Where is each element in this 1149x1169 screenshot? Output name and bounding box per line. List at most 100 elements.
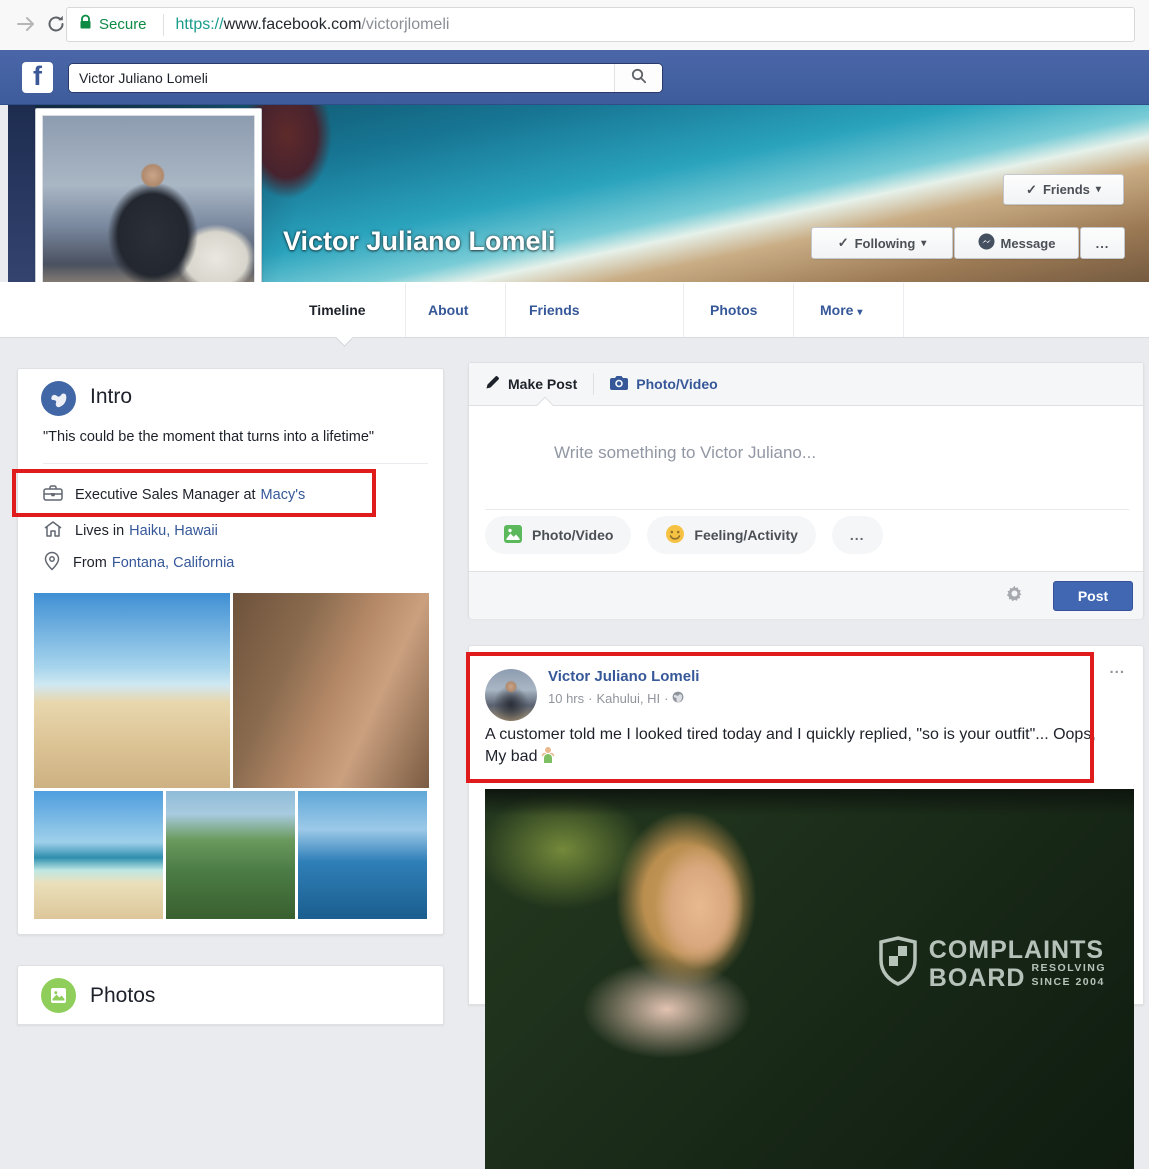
tab-make-post[interactable]: Make Post	[469, 375, 593, 393]
url-host: www.facebook.com	[224, 16, 362, 34]
sidebar-photo-selfie[interactable]	[233, 593, 429, 788]
tab-divider	[505, 283, 506, 337]
featured-photos-grid	[34, 593, 429, 922]
sidebar-photo-ocean[interactable]	[298, 791, 427, 919]
lives-text: Lives in	[75, 523, 124, 539]
photo-video-button[interactable]: Photo/Video	[485, 516, 631, 554]
profile-name: Victor Juliano Lomeli	[283, 226, 556, 257]
globe-icon	[41, 381, 76, 416]
check-icon: ✓	[1026, 182, 1037, 198]
photo-video-button-label: Photo/Video	[532, 527, 613, 543]
more-options-button[interactable]: ...	[1080, 227, 1125, 259]
home-icon	[43, 520, 63, 542]
intro-lives-row: Lives in Haiku, Hawaii	[43, 519, 433, 543]
chevron-down-icon: ▾	[1096, 184, 1101, 195]
cover-photo-edge	[8, 105, 35, 282]
friends-button-label: Friends	[1043, 182, 1090, 197]
chevron-down-icon: ▾	[857, 307, 862, 318]
composer-more-button[interactable]: ...	[832, 516, 883, 554]
gear-icon[interactable]	[1006, 585, 1023, 607]
tab-more-label: More	[820, 302, 853, 318]
post-location[interactable]: Kahului, HI	[596, 691, 660, 706]
tab-divider	[793, 283, 794, 337]
post-author-avatar[interactable]	[485, 669, 537, 721]
post-meta: 10 hrs · Kahului, HI ·	[548, 691, 684, 706]
watermark: COMPLAINTS BOARD RESOLVING SINCE 2004	[877, 936, 1106, 991]
search-icon	[631, 68, 647, 89]
photo-video-tab-label: Photo/Video	[636, 376, 717, 392]
photos-section-title: Photos	[90, 984, 155, 1008]
intro-quote: "This could be the moment that turns int…	[43, 429, 428, 445]
location-pin-icon	[43, 551, 61, 575]
lock-icon	[79, 14, 92, 35]
url-scheme: https://	[176, 16, 224, 34]
composer-actions: Photo/Video Feeling/Activity ...	[485, 516, 883, 554]
tab-about[interactable]: About	[428, 302, 468, 318]
facebook-header: f Home	[0, 50, 1149, 105]
address-bar[interactable]: Secure https://www.facebook.com/victorjl…	[66, 7, 1135, 42]
from-text: From	[73, 555, 107, 571]
from-link[interactable]: Fontana, California	[112, 555, 235, 571]
watermark-sub2: SINCE 2004	[1031, 976, 1106, 990]
make-post-label: Make Post	[508, 376, 577, 392]
search-button[interactable]	[614, 64, 662, 92]
divider	[485, 509, 1129, 510]
sidebar-photo-valley[interactable]	[166, 791, 295, 919]
privacy-globe-icon	[672, 691, 684, 706]
post-text: A customer told me I looked tired today …	[485, 724, 1099, 771]
search-input[interactable]	[69, 64, 614, 92]
pencil-icon	[485, 375, 500, 393]
photos-icon	[41, 978, 76, 1013]
sidebar-photo-beach[interactable]	[34, 593, 230, 788]
divider	[43, 463, 428, 464]
composer-tabs: Make Post Photo/Video	[469, 363, 1143, 406]
composer-input[interactable]: Write something to Victor Juliano...	[554, 443, 816, 463]
intro-from-row: From Fontana, California	[43, 551, 433, 575]
following-button-label: Following	[855, 236, 916, 251]
facebook-logo[interactable]: f	[22, 62, 53, 93]
work-text: Executive Sales Manager at	[75, 487, 256, 503]
messenger-icon	[978, 233, 995, 253]
post-composer: Make Post Photo/Video Write something to…	[468, 362, 1144, 618]
tab-timeline[interactable]: Timeline	[309, 302, 366, 318]
intro-work-row: Executive Sales Manager at Macy's	[43, 483, 433, 507]
shrug-emoji-icon	[540, 746, 556, 771]
tab-divider	[683, 283, 684, 337]
intro-card: Intro "This could be the moment that tur…	[17, 368, 444, 935]
tab-friends[interactable]: Friends	[529, 302, 580, 318]
shield-icon	[877, 936, 919, 991]
message-button-label: Message	[1001, 236, 1056, 251]
message-button[interactable]: Message	[954, 227, 1079, 259]
smiley-icon	[665, 524, 685, 547]
search-bar	[68, 63, 663, 93]
secure-badge: Secure	[99, 16, 147, 33]
tab-divider	[405, 283, 406, 337]
friends-button[interactable]: ✓ Friends ▾	[1003, 174, 1124, 205]
sidebar-photo-shore[interactable]	[34, 791, 163, 919]
forward-arrow-icon[interactable]	[12, 10, 40, 38]
briefcase-icon	[43, 484, 63, 506]
tab-photo-video[interactable]: Photo/Video	[594, 375, 733, 393]
following-button[interactable]: ✓ Following ▾	[811, 227, 953, 259]
composer-footer: Post	[469, 571, 1143, 619]
camera-icon	[610, 375, 628, 393]
feeling-activity-button[interactable]: Feeling/Activity	[647, 516, 815, 554]
intro-title: Intro	[90, 385, 132, 409]
tab-more[interactable]: More ▾	[820, 302, 862, 318]
post-time[interactable]: 10 hrs	[548, 691, 584, 706]
url-path: /victorjlomeli	[361, 16, 449, 34]
post-options-button[interactable]: ...	[1109, 660, 1125, 677]
browser-toolbar: Secure https://www.facebook.com/victorjl…	[0, 0, 1149, 50]
post-image[interactable]: COMPLAINTS BOARD RESOLVING SINCE 2004	[485, 789, 1134, 1169]
work-link[interactable]: Macy's	[261, 487, 306, 503]
meta-separator: ·	[588, 691, 592, 706]
photo-icon	[503, 524, 523, 547]
post: Victor Juliano Lomeli 10 hrs · Kahului, …	[468, 645, 1144, 1005]
feeling-activity-label: Feeling/Activity	[694, 527, 797, 543]
tab-photos[interactable]: Photos	[710, 302, 757, 318]
post-author-link[interactable]: Victor Juliano Lomeli	[548, 668, 699, 685]
lives-link[interactable]: Haiku, Hawaii	[129, 523, 218, 539]
post-text-content: A customer told me I looked tired today …	[485, 726, 1096, 765]
post-button[interactable]: Post	[1053, 581, 1133, 611]
check-icon: ✓	[838, 235, 849, 251]
